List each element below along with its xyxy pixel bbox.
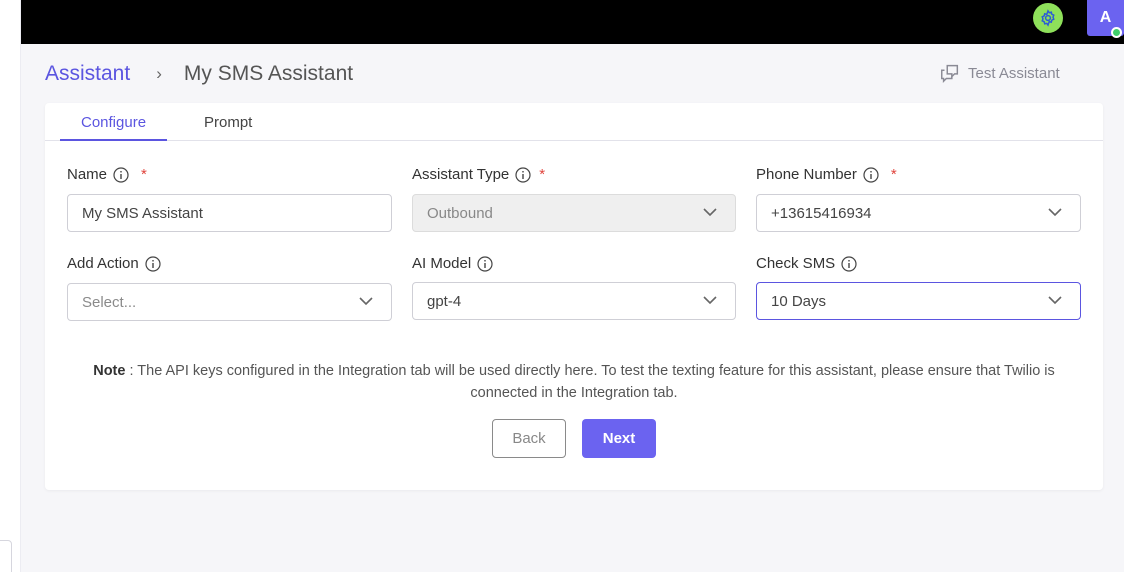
- integration-note: Note : The API keys configured in the In…: [79, 360, 1069, 404]
- gear-icon: [1041, 9, 1055, 27]
- active-tab-indicator: [60, 139, 167, 141]
- test-assistant-label: Test Assistant: [968, 64, 1060, 82]
- phone-number-label-text: Phone Number: [756, 166, 857, 183]
- assistant-type-select: Outbound: [412, 194, 736, 232]
- next-button[interactable]: Next: [582, 419, 656, 458]
- name-label: Name *: [67, 166, 147, 183]
- test-assistant-button[interactable]: Test Assistant: [939, 62, 1060, 84]
- name-input-value: My SMS Assistant: [82, 204, 203, 222]
- required-asterisk: *: [141, 166, 147, 183]
- note-prefix: Note: [93, 363, 126, 379]
- check-sms-label: Check SMS: [756, 255, 857, 272]
- assistant-type-label: Assistant Type *: [412, 166, 545, 183]
- info-icon[interactable]: [477, 255, 493, 272]
- assistant-type-value: Outbound: [427, 204, 493, 222]
- check-sms-label-text: Check SMS: [756, 255, 836, 272]
- add-action-select[interactable]: Select...: [67, 283, 392, 321]
- left-sidebar-strip: [0, 0, 21, 572]
- phone-number-label: Phone Number *: [756, 166, 897, 183]
- check-sms-select[interactable]: 10 Days: [756, 282, 1081, 320]
- page-title: My SMS Assistant: [183, 62, 354, 85]
- configure-card: Configure Prompt Name * Assistant Type *…: [45, 103, 1103, 490]
- tab-prompt[interactable]: Prompt: [204, 114, 252, 131]
- info-icon[interactable]: [113, 166, 129, 183]
- chevron-down-icon: [703, 296, 717, 305]
- assistant-type-label-text: Assistant Type: [412, 166, 510, 183]
- tab-bar: Configure Prompt: [45, 103, 1103, 141]
- check-sms-value: 10 Days: [771, 292, 827, 310]
- add-action-label: Add Action: [67, 255, 161, 272]
- chat-bubbles-icon: [941, 64, 959, 84]
- ai-model-label: AI Model: [412, 255, 493, 272]
- phone-number-value: +13615416934: [771, 204, 872, 222]
- ai-model-select[interactable]: gpt-4: [412, 282, 736, 320]
- ai-model-label-text: AI Model: [412, 255, 472, 272]
- info-icon[interactable]: [863, 166, 879, 183]
- sidebar-edge-handle[interactable]: [0, 540, 12, 572]
- required-asterisk: *: [890, 166, 897, 183]
- user-avatar[interactable]: A: [1087, 0, 1124, 38]
- note-text: : The API keys configured in the Integra…: [125, 363, 1055, 401]
- chevron-down-icon: [703, 208, 717, 217]
- avatar-initial: A: [1099, 9, 1112, 26]
- name-input[interactable]: My SMS Assistant: [67, 194, 392, 232]
- breadcrumb-separator: ›: [156, 64, 162, 83]
- name-label-text: Name: [67, 166, 108, 183]
- breadcrumb-assistant-link[interactable]: Assistant: [45, 62, 130, 86]
- settings-gear-button[interactable]: [1033, 3, 1063, 33]
- add-action-label-text: Add Action: [67, 255, 139, 272]
- breadcrumb: Assistant › My SMS Assistant: [45, 62, 353, 86]
- phone-number-select[interactable]: +13615416934: [756, 194, 1081, 232]
- info-icon[interactable]: [145, 255, 161, 272]
- chevron-down-icon: [1048, 208, 1062, 217]
- tab-configure[interactable]: Configure: [81, 114, 146, 131]
- back-button[interactable]: Back: [492, 419, 566, 458]
- required-asterisk: *: [539, 166, 546, 183]
- info-icon[interactable]: [841, 255, 857, 272]
- chevron-down-icon: [1048, 296, 1062, 305]
- online-status-dot: [1111, 27, 1122, 38]
- top-bar: A: [21, 0, 1124, 44]
- add-action-placeholder: Select...: [82, 293, 137, 311]
- info-icon[interactable]: [515, 166, 531, 183]
- chevron-down-icon: [359, 297, 373, 306]
- main-content: Assistant › My SMS Assistant Test Assist…: [21, 44, 1124, 572]
- ai-model-value: gpt-4: [427, 292, 462, 310]
